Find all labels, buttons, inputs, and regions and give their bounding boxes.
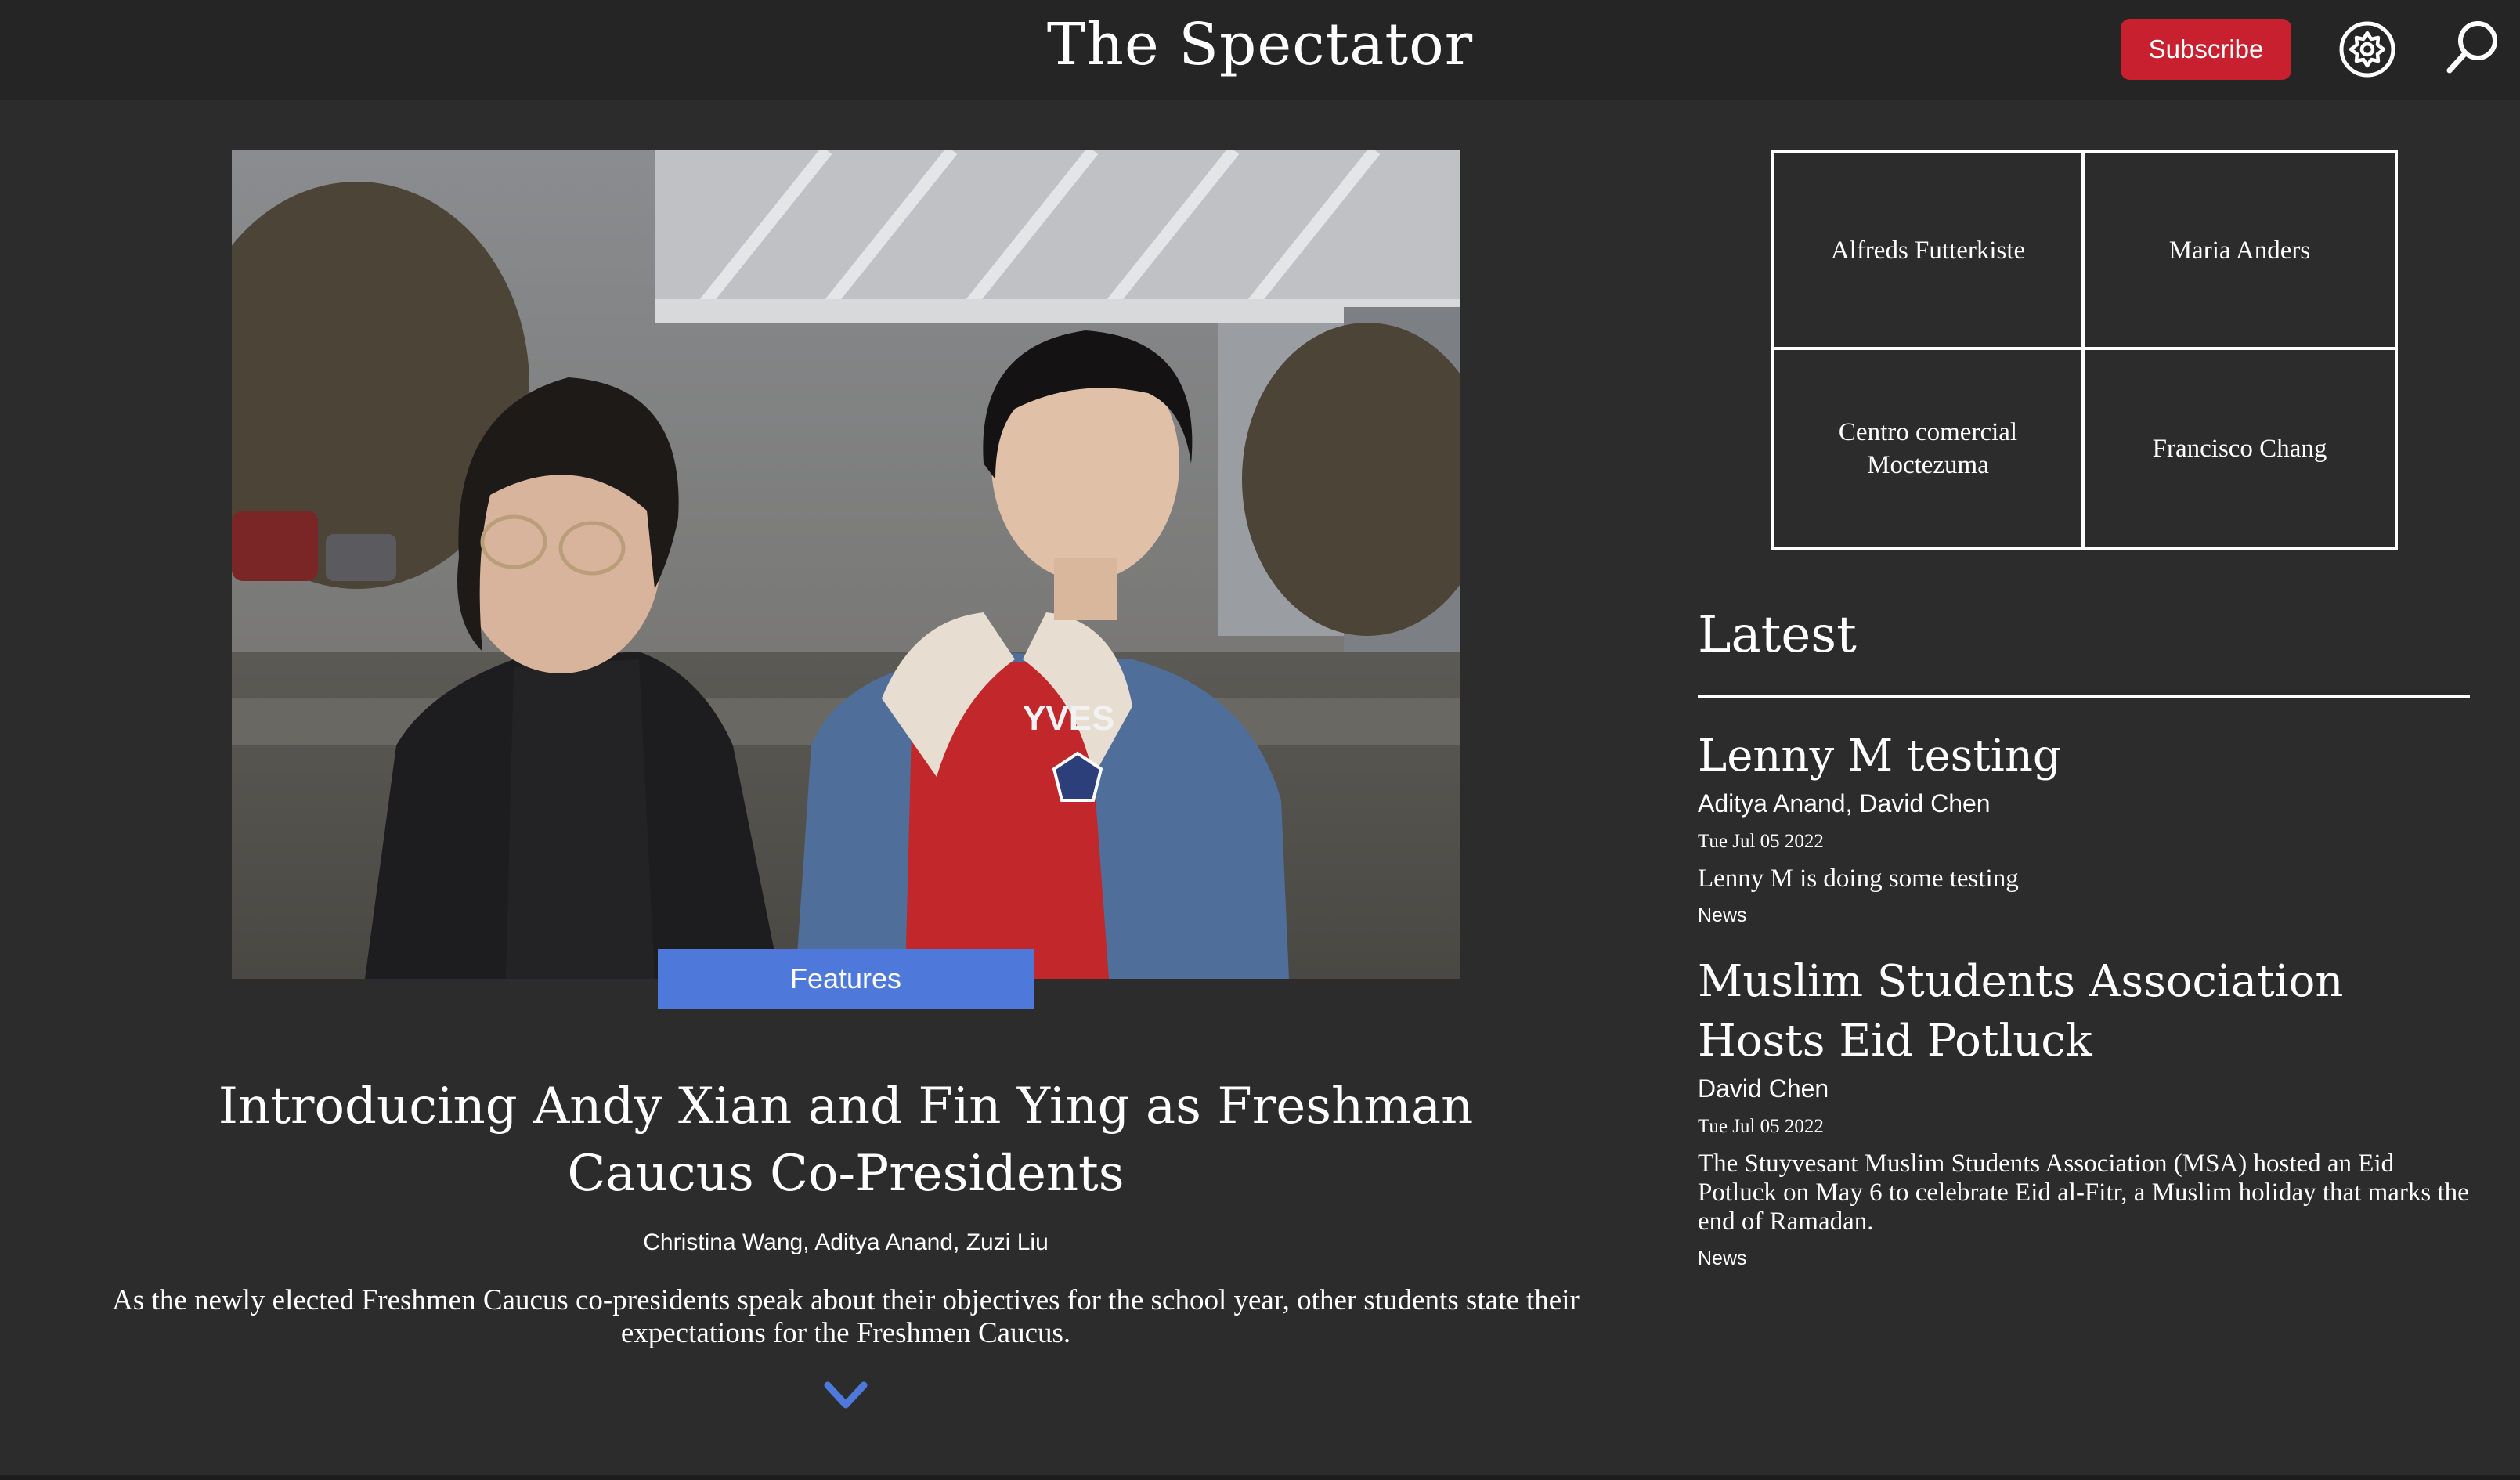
svg-text:YVES: YVES xyxy=(1023,699,1114,738)
latest-article: Lenny M testing Aditya Anand, David Chen… xyxy=(1698,727,2473,927)
grid-cell: Maria Anders xyxy=(2085,153,2395,350)
gear-icon[interactable] xyxy=(2338,20,2396,78)
hero-headline[interactable]: Introducing Andy Xian and Fin Ying as Fr… xyxy=(117,1073,1574,1207)
info-grid: Alfreds Futterkiste Maria Anders Centro … xyxy=(1771,150,2398,550)
grid-cell: Francisco Chang xyxy=(2152,434,2327,463)
search-icon[interactable] xyxy=(2443,17,2503,77)
grid-cell: Centro comercial Moctezuma xyxy=(1774,350,2085,547)
article-title[interactable]: Lenny M testing xyxy=(1698,727,2473,786)
latest-heading: Latest xyxy=(1698,606,1857,664)
hero-summary: As the newly elected Freshmen Caucus co-… xyxy=(112,1284,1580,1349)
article-summary: Lenny M is doing some testing xyxy=(1698,865,2019,893)
article-authors[interactable]: David Chen xyxy=(1698,1071,2473,1106)
page-bottom-edge xyxy=(0,1475,2520,1480)
article-date: Tue Jul 05 2022 xyxy=(1698,831,1824,852)
latest-divider xyxy=(1698,695,2470,698)
article-summary: The Stuyvesant Muslim Students Associati… xyxy=(1698,1150,2469,1236)
hero-photo[interactable]: YVES xyxy=(232,150,1460,979)
article-title[interactable]: Muslim Students Association Hosts Eid Po… xyxy=(1698,952,2473,1071)
article-authors[interactable]: Aditya Anand, David Chen xyxy=(1698,786,2473,821)
article-date: Tue Jul 05 2022 xyxy=(1698,1116,1824,1137)
grid-cell: Alfreds Futterkiste xyxy=(1774,153,2085,350)
category-tag-features[interactable]: Features xyxy=(658,949,1034,1009)
article-section-tag[interactable]: News xyxy=(1698,904,2473,927)
chevron-down-icon[interactable] xyxy=(824,1381,868,1410)
article-section-tag[interactable]: News xyxy=(1698,1247,2473,1270)
subscribe-button[interactable]: Subscribe xyxy=(2121,19,2291,80)
hero-authors[interactable]: Christina Wang, Aditya Anand, Zuzi Liu xyxy=(117,1229,1574,1256)
site-header: The Spectator Subscribe xyxy=(0,0,2520,100)
latest-article: Muslim Students Association Hosts Eid Po… xyxy=(1698,952,2473,1270)
